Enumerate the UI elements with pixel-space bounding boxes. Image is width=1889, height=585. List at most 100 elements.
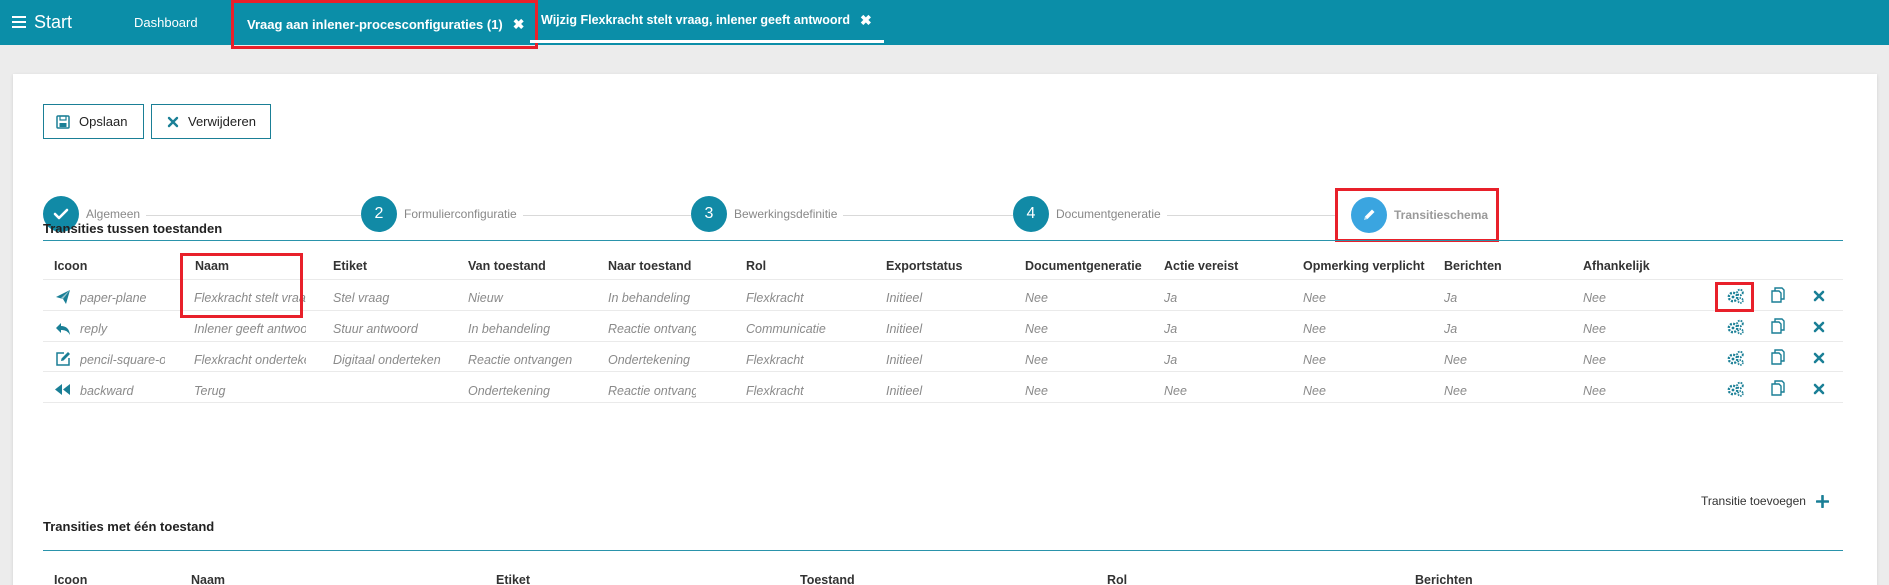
copy-icon[interactable] <box>1770 380 1786 397</box>
column-header: Etiket <box>496 573 531 585</box>
cogs-icon[interactable] <box>1727 350 1745 366</box>
highlight-naam-column <box>180 253 303 318</box>
row-naam: Flexkracht ondertekent <box>194 353 306 367</box>
row-documentgeneratie: Nee <box>1025 353 1048 367</box>
floppy-disk-icon <box>56 114 70 129</box>
row-exportstatus: Initieel <box>886 291 923 305</box>
row-berichten: Ja <box>1444 291 1458 305</box>
column-header: Etiket <box>333 259 368 273</box>
row-exportstatus: Initieel <box>886 384 923 398</box>
row-van-toestand: Nieuw <box>468 291 503 305</box>
row-afhankelijk: Nee <box>1583 291 1606 305</box>
row-actie-vereist: Ja <box>1164 353 1178 367</box>
wizard-step-formulierconfiguratie[interactable]: 2 Formulierconfiguratie <box>361 196 523 232</box>
row-opmerking-verplicht: Nee <box>1303 384 1326 398</box>
pencil-icon <box>1364 209 1375 220</box>
delete-icon[interactable] <box>1813 290 1825 302</box>
row-divider <box>43 341 1843 342</box>
column-header: Naar toestand <box>608 259 692 273</box>
delete-icon[interactable] <box>1813 352 1825 364</box>
save-button[interactable]: Opslaan <box>43 104 144 139</box>
step-number: 2 <box>361 196 397 232</box>
wizard-step-documentgeneratie[interactable]: 4 Documentgeneratie <box>1013 196 1167 232</box>
row-opmerking-verplicht: Nee <box>1303 291 1326 305</box>
copy-icon[interactable] <box>1770 287 1786 304</box>
tab-wijzig-label: Wijzig Flexkracht stelt vraag, inlener g… <box>541 13 850 27</box>
row-etiket: Stuur antwoord <box>333 322 418 336</box>
row-berichten: Nee <box>1444 384 1467 398</box>
row-afhankelijk: Nee <box>1583 353 1606 367</box>
row-naar-toestand: In behandeling <box>608 291 691 305</box>
cogs-icon[interactable] <box>1727 381 1745 397</box>
column-header: Naam <box>191 573 226 585</box>
main-card: Opslaan Verwijderen Algemeen 2 Formulier… <box>13 74 1877 585</box>
column-header: Rol <box>746 259 767 273</box>
copy-icon[interactable] <box>1770 349 1786 366</box>
tab-wijzig-transitie[interactable]: Wijzig Flexkracht stelt vraag, inlener g… <box>530 0 884 43</box>
step-label: Bewerkingsdefinitie <box>734 207 838 221</box>
add-transition-button[interactable]: Transitie toevoegen <box>1701 494 1829 508</box>
row-exportstatus: Initieel <box>886 353 923 367</box>
cogs-icon[interactable] <box>1727 319 1745 335</box>
step-label: Algemeen <box>86 207 141 221</box>
step-number: 4 <box>1013 196 1049 232</box>
close-icon[interactable]: ✖ <box>513 16 525 33</box>
row-documentgeneratie: Nee <box>1025 291 1048 305</box>
tab-vraag-procesconfiguraties[interactable]: Vraag aan inlener-procesconfiguraties (1… <box>231 0 539 49</box>
copy-icon[interactable] <box>1770 318 1786 335</box>
row-van-toestand: Ondertekening <box>468 384 551 398</box>
delete-button-label: Verwijderen <box>188 114 256 129</box>
pencil-square-icon <box>56 352 70 366</box>
row-rol: Flexkracht <box>746 353 804 367</box>
column-header: Exportstatus <box>886 259 963 273</box>
highlight-cogs-button <box>1715 282 1754 312</box>
step-label: Formulierconfiguratie <box>404 207 517 221</box>
save-button-label: Opslaan <box>79 114 128 129</box>
row-naam: Terug <box>194 384 226 398</box>
row-van-toestand: In behandeling <box>468 322 551 336</box>
row-divider <box>43 371 1843 372</box>
row-documentgeneratie: Nee <box>1025 322 1048 336</box>
paper-plane-icon <box>56 290 70 304</box>
row-icon-name: paper-plane <box>80 291 147 305</box>
row-exportstatus: Initieel <box>886 322 923 336</box>
check-icon <box>53 208 69 220</box>
section-divider <box>43 240 1843 241</box>
plus-icon <box>1815 494 1829 508</box>
row-divider <box>43 310 1843 311</box>
wizard-step-bewerkingsdefinitie[interactable]: 3 Bewerkingsdefinitie <box>691 196 844 232</box>
delete-icon[interactable] <box>1813 383 1825 395</box>
delete-button[interactable]: Verwijderen <box>151 104 271 139</box>
wizard-step-transitieschema[interactable]: Transitieschema <box>1335 188 1500 242</box>
top-navigation-bar: Start Dashboard Vraag aan inlener-proces… <box>0 0 1889 49</box>
column-header: Van toestand <box>468 259 546 273</box>
row-berichten: Ja <box>1444 322 1458 336</box>
section-title-transities: Transities tussen toestanden <box>43 221 223 236</box>
row-icon-name: pencil-square-o <box>80 353 165 367</box>
tab-dashboard[interactable]: Dashboard <box>134 0 198 45</box>
column-header: Documentgeneratie <box>1025 259 1142 273</box>
start-menu-label: Start <box>34 11 73 32</box>
add-transition-label: Transitie toevoegen <box>1701 494 1806 508</box>
column-header: Rol <box>1107 573 1128 585</box>
row-actie-vereist: Ja <box>1164 291 1178 305</box>
start-menu-button[interactable]: Start <box>12 11 72 33</box>
close-icon[interactable]: ✖ <box>860 12 872 29</box>
row-actie-vereist: Nee <box>1164 384 1187 398</box>
row-naam: Inlener geeft antwoord <box>194 322 306 336</box>
column-header: Icoon <box>54 573 88 585</box>
row-naar-toestand: Ondertekening <box>608 353 691 367</box>
step-circle <box>1351 197 1387 233</box>
delete-icon[interactable] <box>1813 321 1825 333</box>
tab-dashboard-label: Dashboard <box>134 15 198 30</box>
header-row-divider <box>43 279 1843 280</box>
close-icon <box>167 116 179 127</box>
column-header: Opmerking verplicht <box>1303 259 1425 273</box>
row-berichten: Nee <box>1444 353 1467 367</box>
section-divider <box>43 550 1843 551</box>
hamburger-icon <box>12 16 26 28</box>
row-van-toestand: Reactie ontvangen <box>468 353 573 367</box>
step-number: 3 <box>691 196 727 232</box>
row-naar-toestand: Reactie ontvangen <box>608 384 696 398</box>
row-rol: Communicatie <box>746 322 826 336</box>
